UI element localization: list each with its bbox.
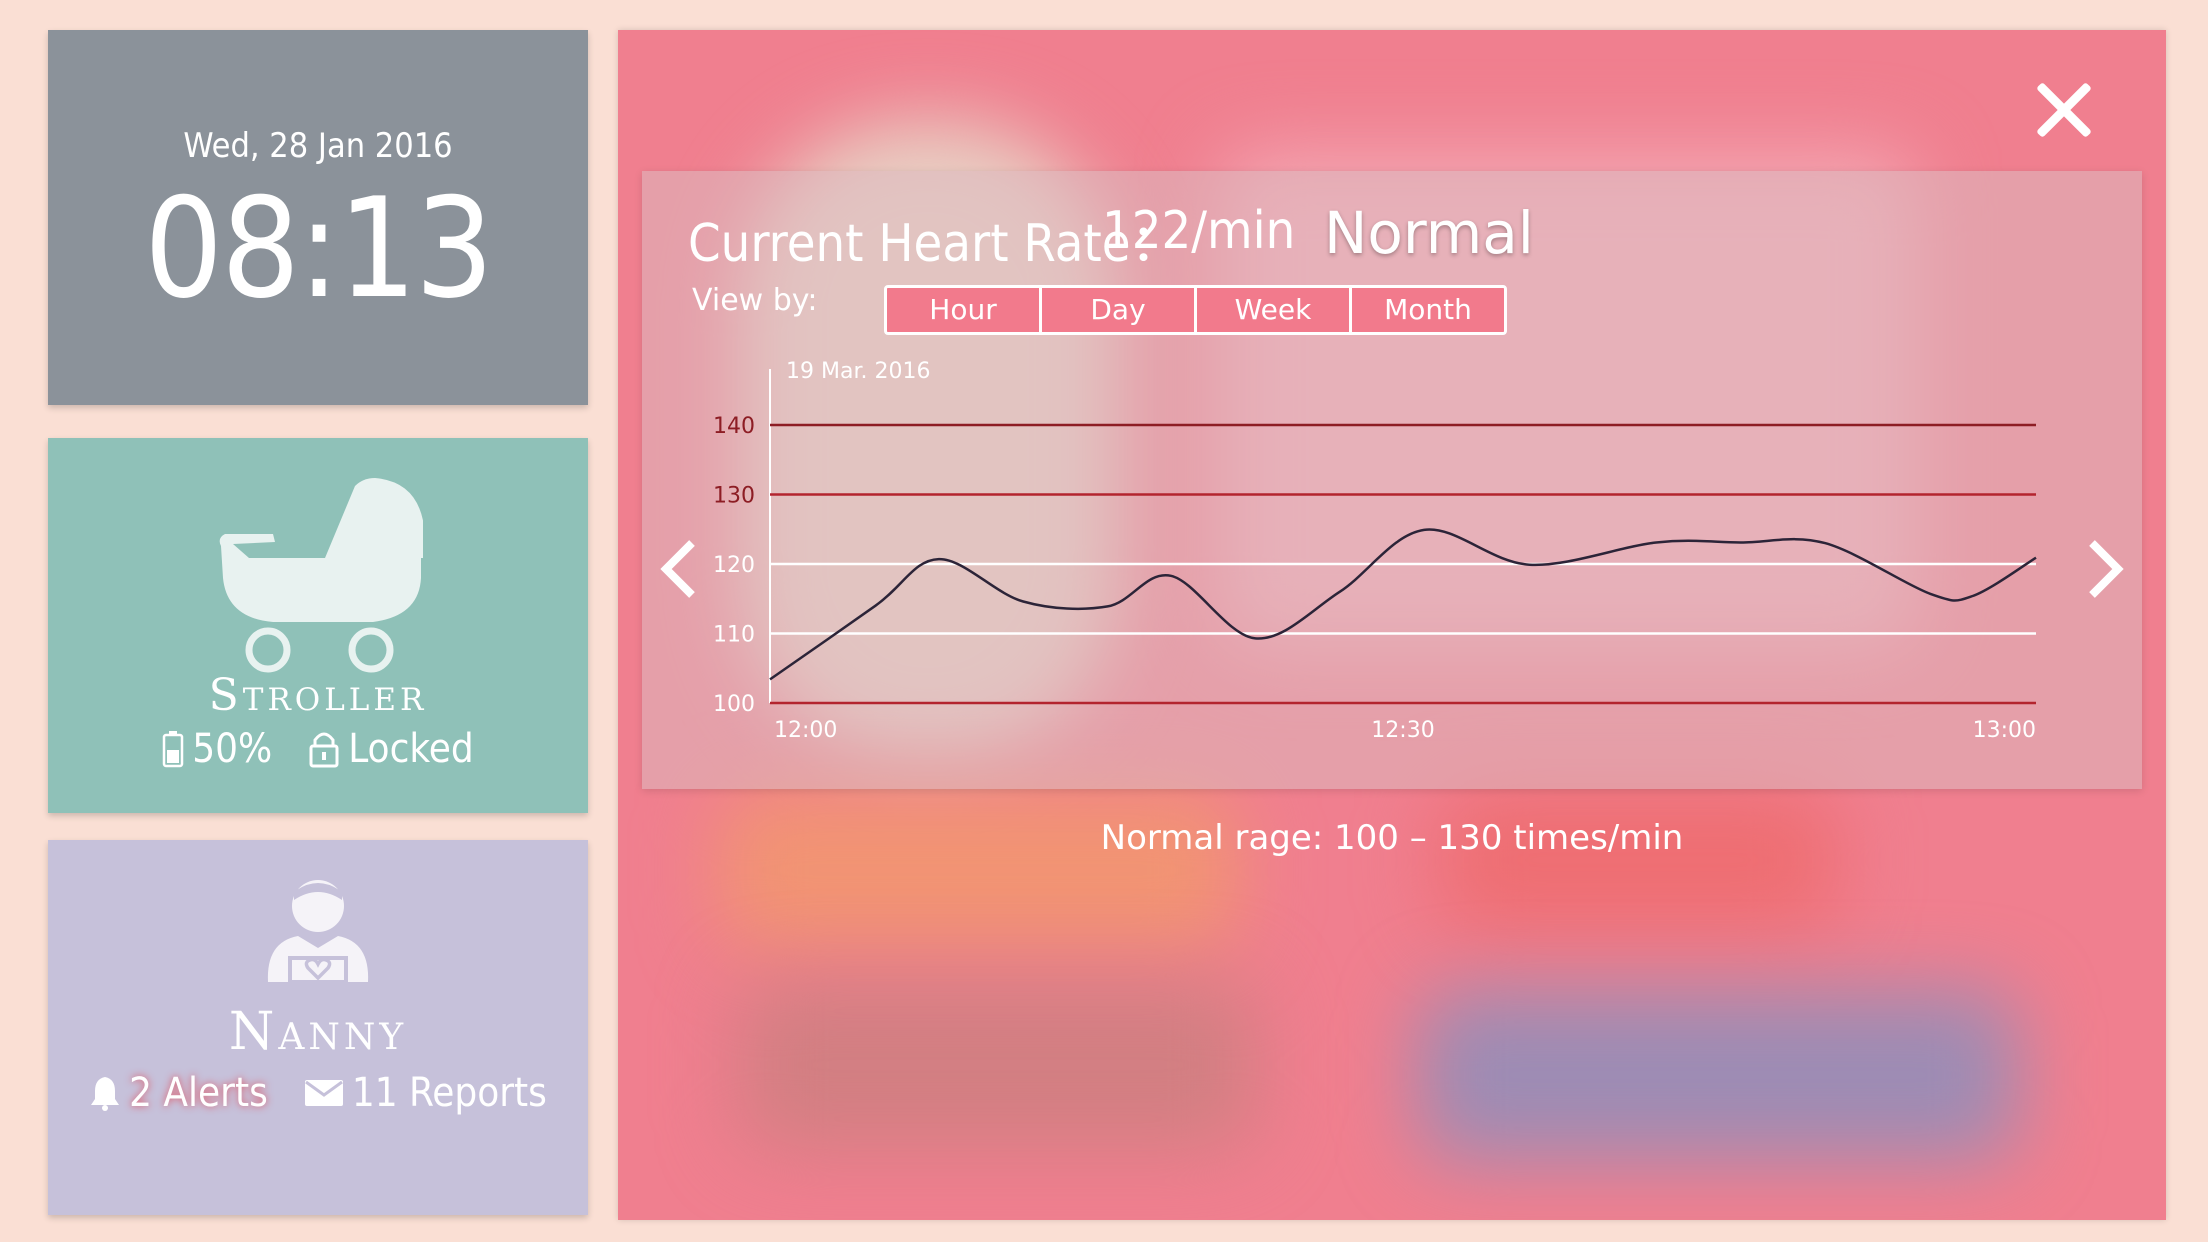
mail-icon	[304, 1080, 343, 1106]
bell-icon	[91, 1077, 120, 1111]
background-blur	[738, 980, 1258, 1150]
stroller-title: Stroller	[208, 670, 428, 721]
clock-tile: Wed, 28 Jan 2016 08:13	[48, 30, 588, 405]
normal-range-text: Normal rage: 100 – 130 times/min	[1100, 818, 1684, 858]
x-tick-label: 13:00	[1973, 718, 2036, 743]
close-button[interactable]	[2032, 78, 2096, 142]
prev-arrow-icon[interactable]	[658, 539, 698, 599]
y-tick-label: 130	[713, 484, 755, 509]
stroller-icon	[219, 478, 423, 673]
x-tick-label: 12:00	[774, 718, 837, 743]
y-tick-label: 140	[713, 414, 755, 439]
nanny-tile[interactable]: Nanny 2 Alerts 11 Reports	[48, 840, 588, 1215]
battery-icon	[162, 731, 184, 768]
background-blur	[1418, 990, 2018, 1160]
lock-icon	[309, 732, 339, 768]
chart-title: 19 Mar. 2016	[786, 359, 930, 384]
nanny-title: Nanny	[228, 1002, 408, 1062]
background-blur	[718, 790, 1238, 950]
lock-status: Locked	[348, 726, 474, 772]
y-tick-label: 100	[713, 692, 755, 717]
date-label: Wed, 28 Jan 2016	[183, 126, 453, 166]
stroller-tile[interactable]: Stroller 50% Locked	[48, 438, 588, 813]
time-label: 08:13	[144, 168, 494, 329]
battery-level: 50%	[192, 726, 273, 772]
y-tick-label: 110	[713, 623, 755, 648]
x-tick-label: 12:30	[1371, 718, 1434, 743]
alerts-count: 2 Alerts	[129, 1070, 268, 1116]
reports-count: 11 Reports	[351, 1070, 547, 1116]
heart-rate-panel: Current Heart Rate： 122/min Normal View …	[618, 30, 2166, 1220]
next-arrow-icon[interactable]	[2086, 539, 2126, 599]
heart-rate-chart: 19 Mar. 2016 100 110 120 130 140 12:00 12:30 1…	[713, 359, 2037, 743]
nanny-icon	[267, 880, 369, 984]
heart-rate-line	[769, 528, 2037, 681]
chart-card: Current Heart Rate： 122/min Normal View …	[642, 171, 2142, 789]
background-blur	[1438, 790, 1838, 930]
y-tick-label: 120	[713, 553, 755, 578]
